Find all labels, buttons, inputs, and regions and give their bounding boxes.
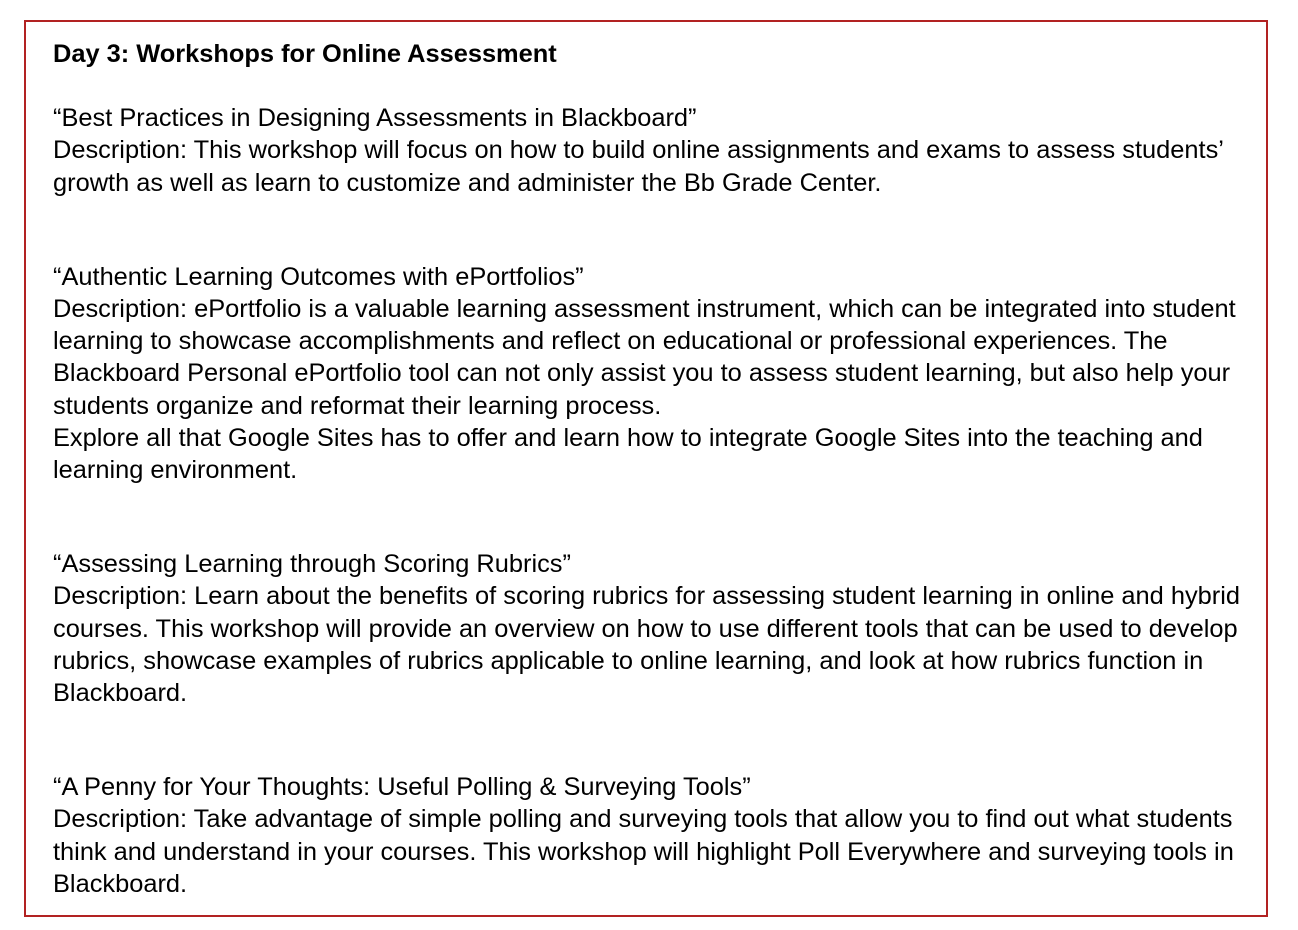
document-frame: Day 3: Workshops for Online Assessment “… <box>24 20 1268 917</box>
document-content: Day 3: Workshops for Online Assessment “… <box>53 38 1258 900</box>
workshop-title: “Best Practices in Designing Assessments… <box>53 104 697 133</box>
workshop-item: “Best Practices in Designing Assessments… <box>53 102 1258 199</box>
workshop-title: “Assessing Learning through Scoring Rubr… <box>53 550 571 579</box>
workshop-description: Description: ePortfolio is a valuable le… <box>53 295 1236 420</box>
workshop-item: “Authentic Learning Outcomes with ePortf… <box>53 261 1258 486</box>
page-title: Day 3: Workshops for Online Assessment <box>53 40 557 68</box>
workshop-description: Description: Learn about the benefits of… <box>53 582 1240 708</box>
workshop-title: “A Penny for Your Thoughts: Useful Polli… <box>53 773 751 802</box>
workshop-title: “Authentic Learning Outcomes with ePortf… <box>53 262 584 291</box>
workshop-description: Description: This workshop will focus on… <box>53 136 1223 197</box>
workshop-extra-text: Explore all that Google Sites has to off… <box>53 423 1203 485</box>
workshop-item: “A Penny for Your Thoughts: Useful Polli… <box>53 771 1258 900</box>
workshop-item: “Assessing Learning through Scoring Rubr… <box>53 548 1258 709</box>
workshop-description: Description: Take advantage of simple po… <box>53 805 1234 898</box>
